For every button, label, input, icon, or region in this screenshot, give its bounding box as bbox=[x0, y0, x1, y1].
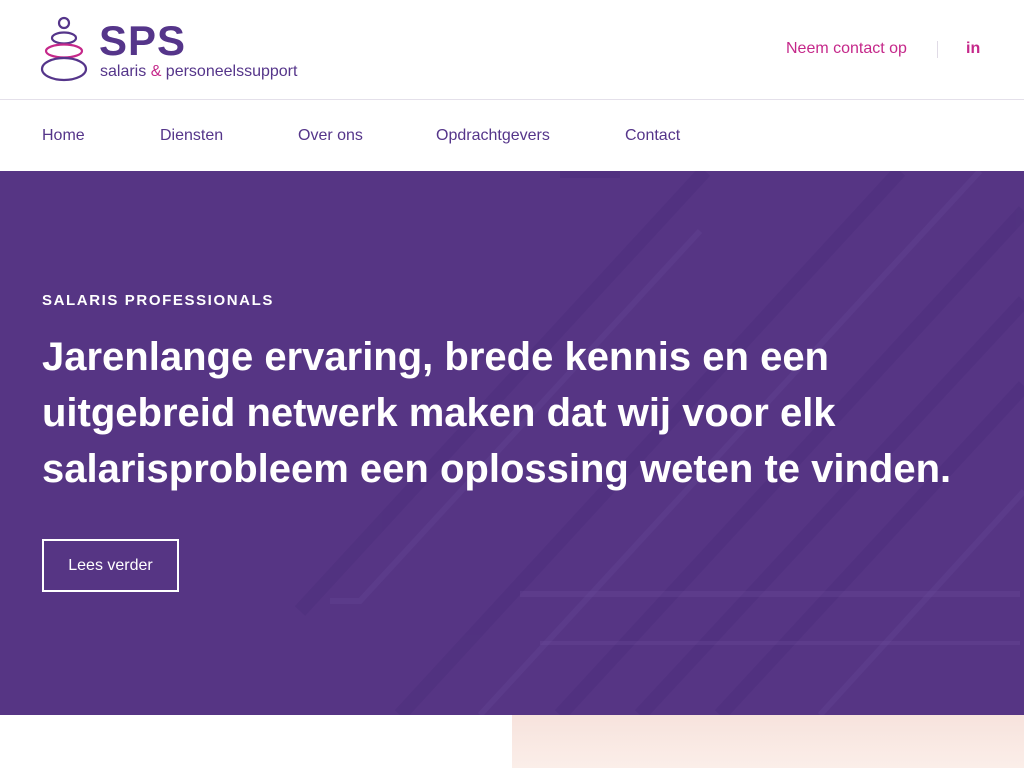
stacked-stones-icon bbox=[40, 16, 88, 82]
nav-item-home[interactable]: Home bbox=[42, 125, 85, 147]
hero-headline: Jarenlange ervaring, brede kennis en een… bbox=[42, 335, 952, 491]
nav-item-diensten[interactable]: Diensten bbox=[160, 125, 223, 147]
hero-section: SALARIS PROFESSIONALS Jarenlange ervarin… bbox=[0, 171, 1024, 715]
header-divider bbox=[937, 41, 938, 58]
brand-subtitle: salaris & personeelssupport bbox=[100, 63, 298, 80]
content-area-left bbox=[0, 715, 512, 768]
image-panel bbox=[512, 715, 1024, 768]
linkedin-icon[interactable]: in bbox=[966, 38, 980, 60]
brand-name: SPS bbox=[99, 17, 187, 64]
sps-logo[interactable]: SPS salaris & personeelssupport bbox=[40, 16, 330, 84]
contact-link[interactable]: Neem contact op bbox=[786, 38, 907, 60]
lees-verder-button[interactable]: Lees verder bbox=[42, 539, 179, 592]
nav-item-contact[interactable]: Contact bbox=[625, 125, 680, 147]
hero-eyebrow: SALARIS PROFESSIONALS bbox=[42, 292, 274, 309]
nav-item-over-ons[interactable]: Over ons bbox=[298, 125, 363, 147]
nav-item-opdrachtgevers[interactable]: Opdrachtgevers bbox=[436, 125, 550, 147]
main-nav: Home Diensten Over ons Opdrachtgevers Co… bbox=[0, 101, 1024, 171]
site-header: SPS salaris & personeelssupport Neem con… bbox=[0, 0, 1024, 100]
